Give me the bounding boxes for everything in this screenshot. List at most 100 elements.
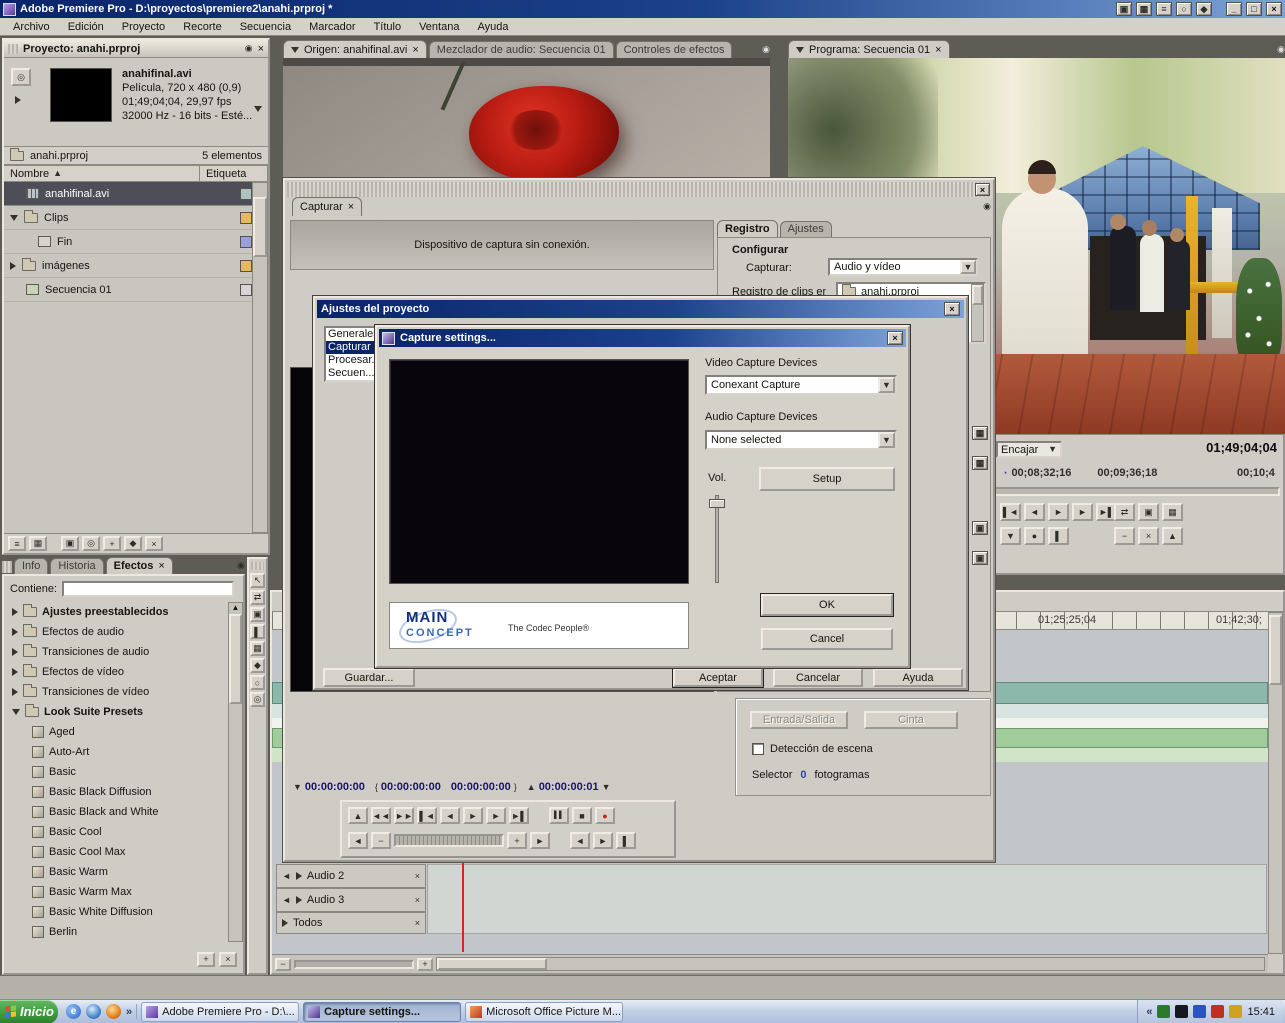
pause-button[interactable]: ▌▌ — [549, 807, 569, 824]
track-expand-icon[interactable] — [296, 872, 302, 880]
zoom-tool[interactable]: ◎ — [250, 692, 265, 707]
find-button[interactable]: ◎ — [82, 536, 100, 551]
fit-dropdown[interactable]: Encajar▼ — [996, 441, 1062, 458]
capture-type-dropdown[interactable]: Audio y vídeo ▼ — [828, 258, 978, 276]
toolbar-gadget-icon[interactable]: ≡ — [1156, 2, 1172, 16]
menu-marcador[interactable]: Marcador — [300, 19, 364, 35]
track-select-tool[interactable]: ⇄ — [250, 590, 265, 605]
panel-menu-icon[interactable]: ◉ — [1277, 45, 1285, 54]
internet-explorer-icon[interactable]: e — [66, 1004, 81, 1019]
preset-berlin[interactable]: Berlin — [6, 922, 228, 942]
capture-close-button[interactable]: × — [975, 183, 990, 196]
playhead-line[interactable] — [462, 860, 464, 952]
step-back-button[interactable]: ◄ — [440, 807, 460, 824]
menu-recorte[interactable]: Recorte — [174, 19, 231, 35]
ayuda-button[interactable]: Ayuda — [873, 668, 963, 687]
go-to-in-button[interactable]: ▌◄ — [1000, 503, 1021, 521]
preset-auto-art[interactable]: Auto-Art — [6, 742, 228, 762]
tray-icon-blue[interactable] — [1193, 1005, 1206, 1018]
tray-icon-green[interactable] — [1157, 1005, 1170, 1018]
toolbar-gadget-icon[interactable]: ◆ — [1196, 2, 1212, 16]
tray-collapse-icon[interactable]: « — [1146, 1006, 1152, 1018]
capture-settings-titlebar[interactable]: Capture settings... × — [379, 329, 906, 347]
play-button[interactable]: ► — [463, 807, 483, 824]
tab-ajustes[interactable]: Ajustes — [780, 221, 832, 237]
panel-menu-icon[interactable]: ◉ — [762, 45, 770, 54]
tab-close-icon[interactable]: × — [935, 44, 941, 56]
tape-button[interactable]: Cinta — [864, 711, 958, 729]
step-forward-button[interactable]: ► — [1072, 503, 1093, 521]
dialog-close-button[interactable]: × — [887, 331, 903, 345]
shuttle-forward-button[interactable]: ► — [530, 832, 550, 849]
capture-duration-tc[interactable]: 00:00:00:01 — [539, 781, 599, 793]
track-options-icon[interactable]: × — [415, 872, 420, 881]
panel-close-icon[interactable]: × — [258, 43, 264, 55]
record-button[interactable]: ● — [595, 807, 615, 824]
track-expand-icon[interactable] — [282, 919, 288, 927]
speaker-icon[interactable]: ◄ — [282, 872, 291, 881]
label-chip[interactable] — [240, 188, 252, 200]
volume-slider-thumb[interactable] — [709, 499, 725, 508]
zoom-out-button[interactable]: − — [275, 958, 291, 971]
capture-out-tc[interactable]: 00:00:00:00 — [451, 781, 511, 793]
effects-folder-audio-trans[interactable]: Transiciones de audio — [6, 642, 228, 662]
guardar-button[interactable]: Guardar... — [323, 668, 415, 687]
icon-view-button[interactable]: ▦ — [29, 536, 47, 551]
video-device-dropdown[interactable]: Conexant Capture ▼ — [705, 375, 897, 395]
to-end-button[interactable]: ►▌ — [509, 807, 529, 824]
panel-flyout-icon[interactable] — [291, 47, 299, 53]
contains-input[interactable] — [62, 581, 234, 597]
effects-folder-video-fx[interactable]: Efectos de vídeo — [6, 662, 228, 682]
in-out-button[interactable]: Entrada/Salida — [750, 711, 848, 729]
panel-menu-icon[interactable]: ◉ — [983, 202, 991, 211]
lift-button[interactable]: − — [1114, 527, 1135, 545]
preset-basic[interactable]: Basic — [6, 762, 228, 782]
project-settings-titlebar[interactable]: Ajustes del proyecto × — [317, 300, 964, 318]
tab-registro[interactable]: Registro — [717, 220, 778, 237]
browser-launcher-icon[interactable] — [106, 1004, 121, 1019]
scene-detect-checkbox[interactable] — [752, 743, 764, 755]
tab-origen[interactable]: Origen: anahifinal.avi × — [283, 40, 427, 58]
effects-scrollbar[interactable]: ▲ — [228, 602, 243, 942]
track-options-icon[interactable]: × — [415, 919, 420, 928]
ok-button[interactable]: OK — [761, 594, 893, 616]
minimize-button[interactable]: _ — [1226, 2, 1242, 16]
selection-tool[interactable]: ↖ — [250, 573, 265, 588]
expand-open-icon[interactable] — [10, 215, 18, 221]
settings-item-capturar[interactable]: Capturar — [326, 341, 380, 354]
step-back-button[interactable]: ◄ — [1024, 503, 1045, 521]
loop-button[interactable]: ⇄ — [1114, 503, 1135, 521]
overlay-button[interactable]: ● — [1024, 527, 1045, 545]
hand-tool[interactable]: ○ — [250, 675, 265, 690]
form-browse-button[interactable]: ▣ — [972, 521, 988, 535]
effects-folder-video-trans[interactable]: Transiciones de vídeo — [6, 682, 228, 702]
label-chip[interactable] — [240, 212, 252, 224]
slow-reverse-button[interactable]: ◄ — [570, 832, 590, 849]
stop-button[interactable]: ■ — [572, 807, 592, 824]
fast-forward-button[interactable]: ►► — [394, 807, 414, 824]
menu-edicion[interactable]: Edición — [59, 19, 113, 35]
program-timecode[interactable]: 01;49;04;04 — [1206, 440, 1277, 455]
menu-secuencia[interactable]: Secuencia — [231, 19, 300, 35]
settings-item-secuencia[interactable]: Secuen... — [326, 367, 380, 380]
project-row-imagenes[interactable]: imágenes — [4, 254, 252, 278]
delete-custom-item-button[interactable]: × — [219, 952, 237, 967]
track-expand-icon[interactable] — [296, 896, 302, 904]
ripple-edit-tool[interactable]: ▣ — [250, 607, 265, 622]
preset-basic-cool[interactable]: Basic Cool — [6, 822, 228, 842]
step-forward-button[interactable]: ► — [486, 807, 506, 824]
timeline-h-scrollbar[interactable] — [436, 957, 1265, 971]
label-chip[interactable] — [240, 260, 252, 272]
output-button[interactable]: ▦ — [1162, 503, 1183, 521]
menu-ayuda[interactable]: Ayuda — [468, 19, 517, 35]
tab-close-icon[interactable]: × — [158, 560, 164, 572]
settings-category-list[interactable]: Generales Capturar Procesar... Secuen... — [324, 326, 382, 382]
new-item-button[interactable]: ◆ — [124, 536, 142, 551]
shuttle-back-button[interactable]: ◄ — [348, 832, 368, 849]
effects-folder-looksuite[interactable]: Look Suite Presets — [6, 702, 228, 722]
task-picture-manager[interactable]: Microsoft Office Picture M... — [465, 1002, 623, 1022]
zoom-slider[interactable] — [294, 960, 414, 969]
new-bin-button[interactable]: + — [103, 536, 121, 551]
tab-programa[interactable]: Programa: Secuencia 01 × — [788, 40, 950, 58]
tray-icon-red[interactable] — [1211, 1005, 1224, 1018]
